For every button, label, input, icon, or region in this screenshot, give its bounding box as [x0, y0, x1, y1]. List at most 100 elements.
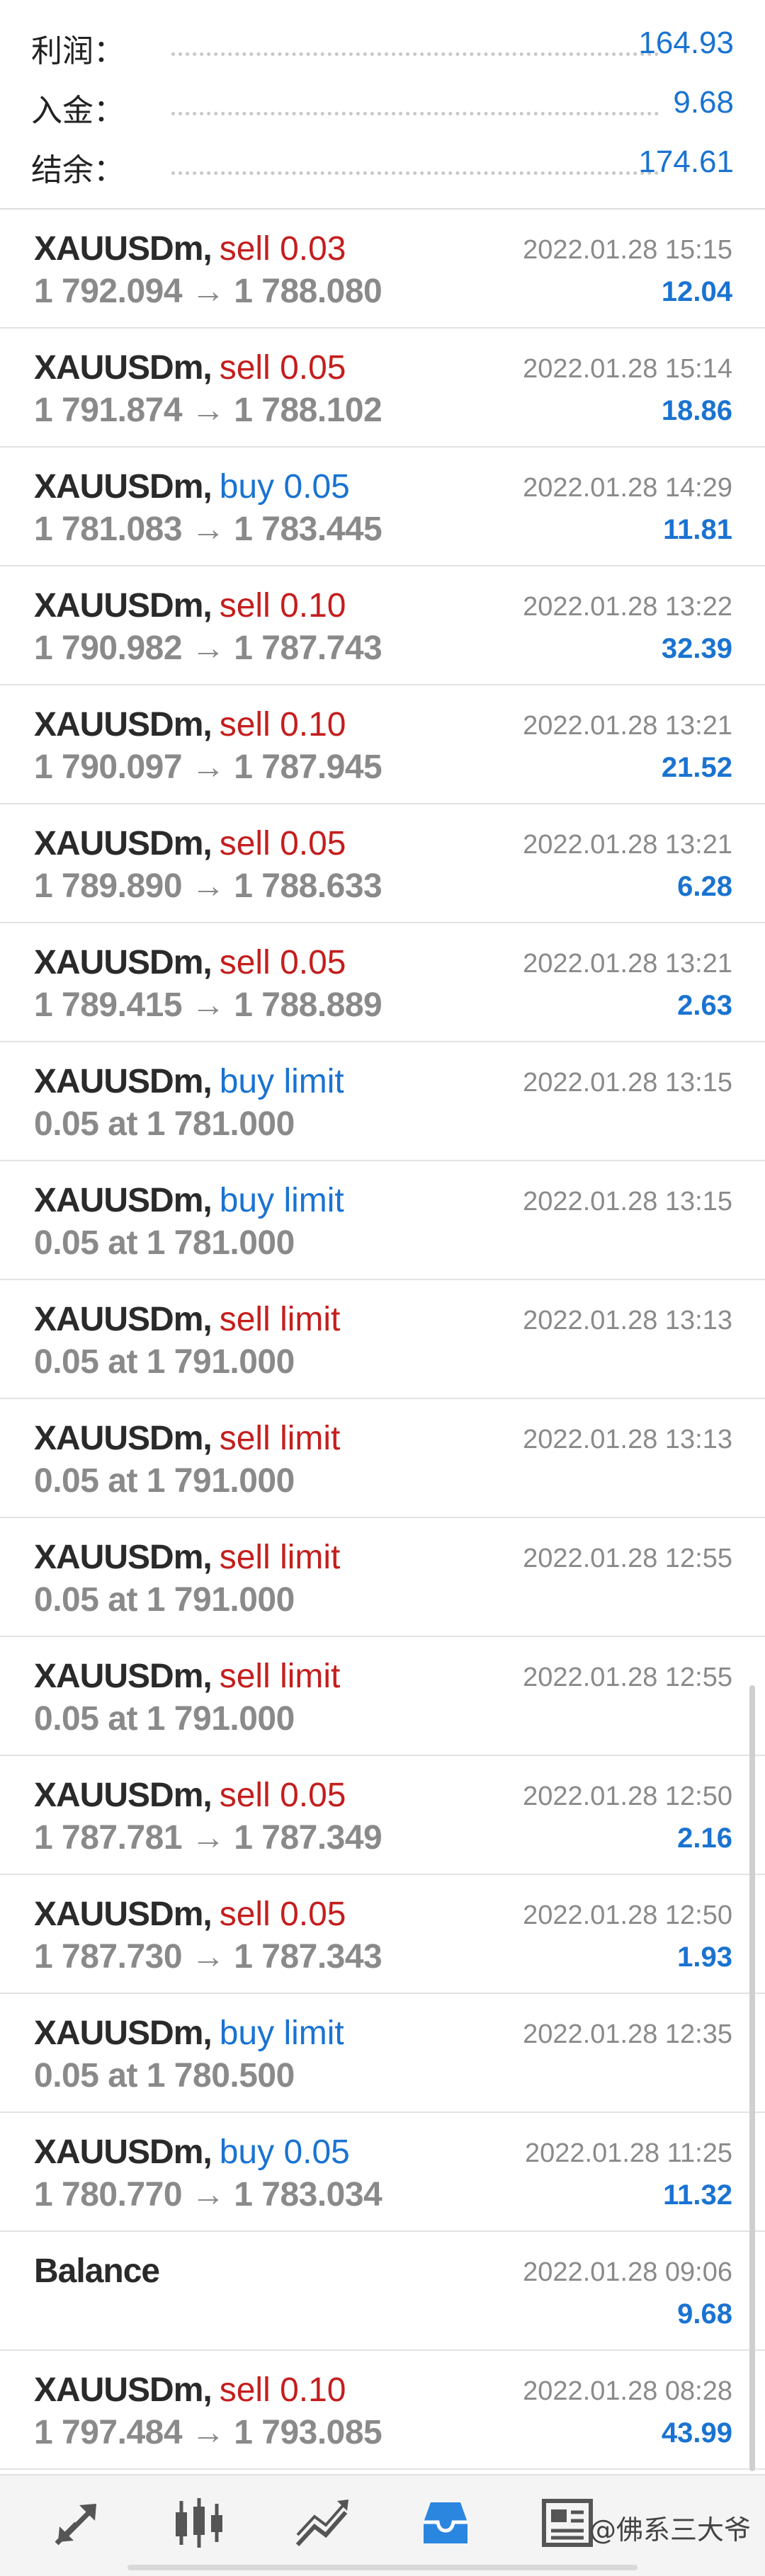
profit-amount: 11.32 — [663, 2179, 732, 2211]
profit-amount: 9.68 — [677, 2298, 732, 2330]
timestamp: 2022.01.28 12:50 — [523, 1900, 732, 1930]
timestamp: 2022.01.28 13:21 — [523, 830, 732, 860]
separator: , — [203, 349, 212, 387]
history-row[interactable]: XAUUSDm, sell 0.10 1 790.097 → 1 787.945 20… — [0, 685, 765, 804]
profit-value: 164.93 — [638, 25, 734, 60]
timestamp: 2022.01.28 09:06 — [523, 2257, 732, 2287]
timestamp: 2022.01.28 12:55 — [523, 1544, 732, 1573]
trade-trend-icon — [295, 2500, 348, 2547]
separator: , — [203, 706, 212, 743]
home-indicator[interactable] — [128, 2565, 638, 2570]
symbol-label: XAUUSDm — [34, 230, 203, 268]
history-row[interactable]: XAUUSDm, buy limit 0.05 at 1 781.000 2022.0… — [0, 1161, 765, 1280]
row-title: XAUUSDm, sell 0.10 — [34, 2371, 346, 2410]
deposit-label: 入金： — [31, 93, 125, 129]
separator: , — [203, 587, 212, 625]
order-side-label: buy limit — [219, 2014, 344, 2052]
history-row[interactable]: XAUUSDm, sell 0.10 1 797.484 → 1 793.085 20… — [0, 2351, 765, 2470]
history-row[interactable]: XAUUSDm, buy limit 0.05 at 1 781.000 2022.0… — [0, 1042, 765, 1161]
history-row[interactable]: XAUUSDm, sell 0.05 1 789.415 → 1 788.889 20… — [0, 923, 765, 1042]
symbol-label: XAUUSDm — [34, 1896, 203, 1933]
history-row[interactable]: XAUUSDm, sell 0.03 1 792.094 → 1 788.080 20… — [0, 210, 765, 329]
timestamp: 2022.01.28 13:13 — [523, 1306, 732, 1335]
price-detail: 1 790.097 → 1 787.945 — [34, 748, 382, 786]
history-list[interactable]: XAUUSDm, sell 0.03 1 792.094 → 1 788.080 20… — [0, 210, 765, 2470]
price-detail: 0.05 at 1 781.000 — [34, 1105, 295, 1143]
symbol-label: XAUUSDm — [34, 1301, 203, 1338]
separator: , — [203, 1063, 212, 1100]
order-side-label: sell limit — [219, 1301, 341, 1338]
deposit-row: 入金： 9.68 — [0, 75, 765, 132]
dotted-leader — [171, 112, 659, 115]
watermark: @佛系三大爷 — [589, 2514, 751, 2546]
history-row[interactable]: Balance 2022.01.28 09:06 9.68 — [0, 2232, 765, 2351]
profit-amount: 32.39 — [661, 633, 732, 664]
order-side-label: buy 0.05 — [219, 2133, 350, 2171]
candlestick-chart-icon — [176, 2498, 222, 2548]
symbol-label: XAUUSDm — [34, 1182, 203, 1219]
history-row[interactable]: XAUUSDm, sell limit 0.05 at 1 791.000 2022.… — [0, 1399, 765, 1518]
history-row[interactable]: XAUUSDm, sell limit 0.05 at 1 791.000 2022.… — [0, 1280, 765, 1399]
history-row[interactable]: XAUUSDm, buy 0.05 1 781.083 → 1 783.445 202… — [0, 448, 765, 566]
profit-amount: 18.86 — [661, 395, 732, 426]
nav-trade-icon[interactable] — [290, 2491, 354, 2555]
dotted-leader — [171, 171, 659, 175]
timestamp: 2022.01.28 13:21 — [523, 949, 732, 979]
history-row[interactable]: XAUUSDm, sell 0.05 1 787.730 → 1 787.343 20… — [0, 1875, 765, 1994]
history-row[interactable]: XAUUSDm, sell 0.05 1 791.874 → 1 788.102 20… — [0, 329, 765, 448]
order-side-label: sell 0.05 — [219, 825, 346, 862]
separator: , — [203, 1777, 212, 1814]
symbol-label: XAUUSDm — [34, 1539, 203, 1576]
history-row[interactable]: XAUUSDm, sell limit 0.05 at 1 791.000 2022.… — [0, 1518, 765, 1637]
timestamp: 2022.01.28 15:14 — [523, 354, 732, 384]
timestamp: 2022.01.28 08:28 — [523, 2376, 732, 2406]
separator: , — [203, 944, 212, 981]
separator: , — [203, 2133, 212, 2171]
separator: , — [203, 1539, 212, 1576]
separator: , — [203, 1658, 212, 1695]
balance-value: 174.61 — [638, 144, 734, 179]
separator: , — [203, 1301, 212, 1338]
price-detail: 1 790.982 → 1 787.743 — [34, 629, 382, 667]
separator: , — [203, 1182, 212, 1219]
row-title: XAUUSDm, sell 0.05 — [34, 1776, 346, 1816]
order-side-label: sell 0.05 — [219, 1777, 346, 1814]
symbol-label: XAUUSDm — [34, 2371, 203, 2409]
order-side-label: sell limit — [219, 1539, 341, 1576]
nav-quotes-icon[interactable] — [45, 2491, 109, 2555]
row-title: XAUUSDm, sell 0.03 — [34, 229, 346, 269]
symbol-label: XAUUSDm — [34, 944, 203, 981]
history-row[interactable]: XAUUSDm, buy limit 0.05 at 1 780.500 2022.0… — [0, 1994, 765, 2113]
profit-amount: 2.63 — [677, 990, 732, 1021]
history-inbox-icon — [424, 2502, 468, 2543]
row-title: XAUUSDm, sell limit — [34, 1538, 340, 1578]
balance-row: 结余： 174.61 — [0, 135, 765, 191]
row-title: XAUUSDm, buy 0.05 — [34, 2133, 350, 2172]
history-row[interactable]: XAUUSDm, sell 0.05 1 789.890 → 1 788.633 20… — [0, 804, 765, 923]
timestamp: 2022.01.28 13:22 — [523, 592, 732, 622]
profit-amount: 2.16 — [677, 1823, 732, 1854]
profit-amount: 6.28 — [677, 871, 732, 902]
history-row[interactable]: XAUUSDm, sell limit 0.05 at 1 791.000 2022.… — [0, 1637, 765, 1756]
symbol-label: XAUUSDm — [34, 349, 203, 387]
order-side-label: sell limit — [219, 1658, 341, 1695]
price-detail: 0.05 at 1 780.500 — [34, 2057, 295, 2095]
row-title: XAUUSDm, buy limit — [34, 1181, 344, 1221]
history-row[interactable]: XAUUSDm, sell 0.10 1 790.982 → 1 787.743 20… — [0, 566, 765, 685]
row-title: XAUUSDm, sell 0.05 — [34, 824, 346, 864]
dotted-leader — [171, 52, 659, 56]
separator: , — [203, 468, 212, 506]
timestamp: 2022.01.28 14:29 — [523, 473, 732, 503]
symbol-label: XAUUSDm — [34, 1658, 203, 1695]
row-title: XAUUSDm, sell limit — [34, 1657, 340, 1697]
order-side-label: sell 0.05 — [219, 349, 346, 387]
price-detail: 1 789.415 → 1 788.889 — [34, 986, 382, 1024]
order-side-label: buy 0.05 — [219, 468, 350, 506]
symbol-label: XAUUSDm — [34, 468, 203, 506]
nav-history-icon[interactable] — [414, 2491, 477, 2555]
history-row[interactable]: XAUUSDm, sell 0.05 1 787.781 → 1 787.349 20… — [0, 1756, 765, 1875]
history-row[interactable]: XAUUSDm, buy 0.05 1 780.770 → 1 783.034 202… — [0, 2113, 765, 2232]
row-title: XAUUSDm, buy limit — [34, 2014, 344, 2053]
nav-chart-icon[interactable] — [167, 2491, 231, 2555]
scrollbar[interactable] — [749, 1685, 755, 2471]
